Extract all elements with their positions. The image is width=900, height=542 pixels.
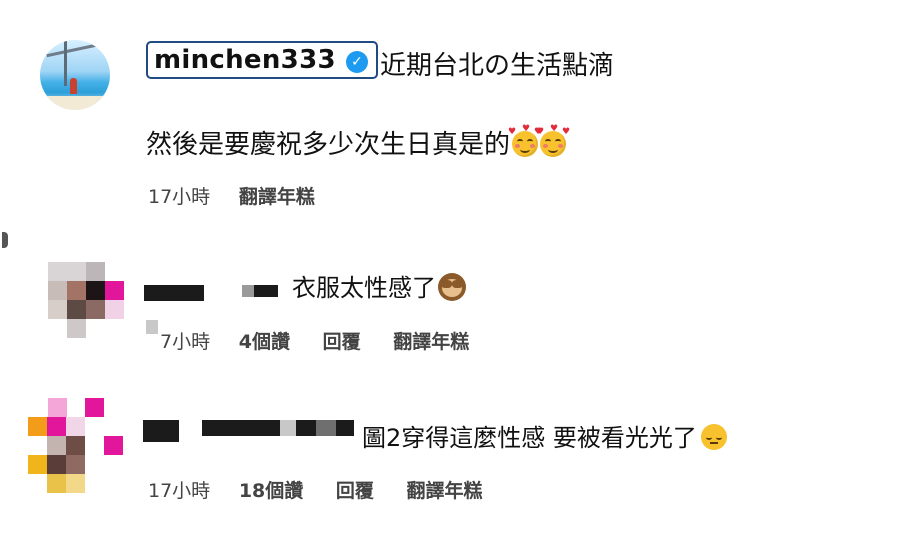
comment-1-redacted-name (144, 285, 204, 301)
author-username[interactable]: minchen333 (154, 45, 336, 75)
comment-1-avatar[interactable] (48, 262, 124, 338)
avatar-pier (46, 41, 106, 58)
post-time: 17小時 (148, 186, 211, 208)
comment-2-redacted-mark-1 (280, 420, 296, 436)
comment-1-redacted-mark-2 (254, 285, 278, 297)
comment-1-body: 衣服太性感了 (292, 268, 466, 303)
comment-2-body: 圖2穿得這麼性感 要被看光光了 (362, 418, 727, 453)
caption-line-2-text: 然後是要慶祝多少次生日真是的 (146, 130, 511, 160)
comment-2-redacted-name-1 (143, 420, 179, 442)
avatar-sand (40, 96, 110, 110)
author-avatar[interactable] (40, 40, 110, 110)
comment-2-likes[interactable]: 18個讚 (239, 480, 303, 502)
comment-2-text: 圖2穿得這麼性感 要被看光光了 (362, 424, 697, 452)
comment-2-redacted-mark-4 (336, 420, 354, 436)
comment-2-translate-link[interactable]: 翻譯年糕 (407, 480, 483, 502)
comment-1-time: 7小時 (160, 331, 211, 353)
comment-1-redacted-meta (146, 320, 158, 334)
comment-2-redacted-mark-2 (296, 420, 316, 436)
comment-1-text: 衣服太性感了 (292, 274, 436, 302)
comment-2-redacted-mark-3 (316, 420, 336, 436)
post-translate-link[interactable]: 翻譯年糕 (239, 186, 315, 208)
pensive-face-icon (700, 424, 727, 450)
see-no-evil-monkey-icon (438, 273, 466, 301)
caption-line-1: 近期台北の生活點滴 (380, 51, 615, 81)
verified-badge-icon: ✓ (346, 51, 368, 73)
avatar-pole (64, 40, 67, 86)
comment-2-avatar[interactable] (28, 398, 126, 496)
comment-2-time: 17小時 (148, 480, 211, 502)
left-edge-mark (2, 232, 8, 248)
smiling-face-with-hearts-icon: ♥ ♥ ♥ (508, 125, 542, 157)
comment-2-redacted-name-2 (202, 420, 280, 436)
comment-1-meta: 7小時 4個讚 回覆 翻譯年糕 (160, 327, 469, 354)
post-meta: 17小時 翻譯年糕 (148, 182, 315, 209)
comment-1-likes[interactable]: 4個讚 (239, 331, 290, 353)
comment-1-translate-link[interactable]: 翻譯年糕 (393, 331, 469, 353)
smiling-face-with-hearts-icon: ♥ ♥ ♥ (536, 125, 570, 157)
caption-line-2: 然後是要慶祝多少次生日真是的 ♥ ♥ ♥ ♥ ♥ ♥ (146, 124, 570, 161)
comment-2-meta: 17小時 18個讚 回覆 翻譯年糕 (148, 476, 483, 503)
comment-1-reply-button[interactable]: 回覆 (323, 331, 361, 353)
avatar-person (70, 78, 77, 94)
comment-1-redacted-mark (242, 285, 254, 297)
comment-2-reply-button[interactable]: 回覆 (336, 480, 374, 502)
